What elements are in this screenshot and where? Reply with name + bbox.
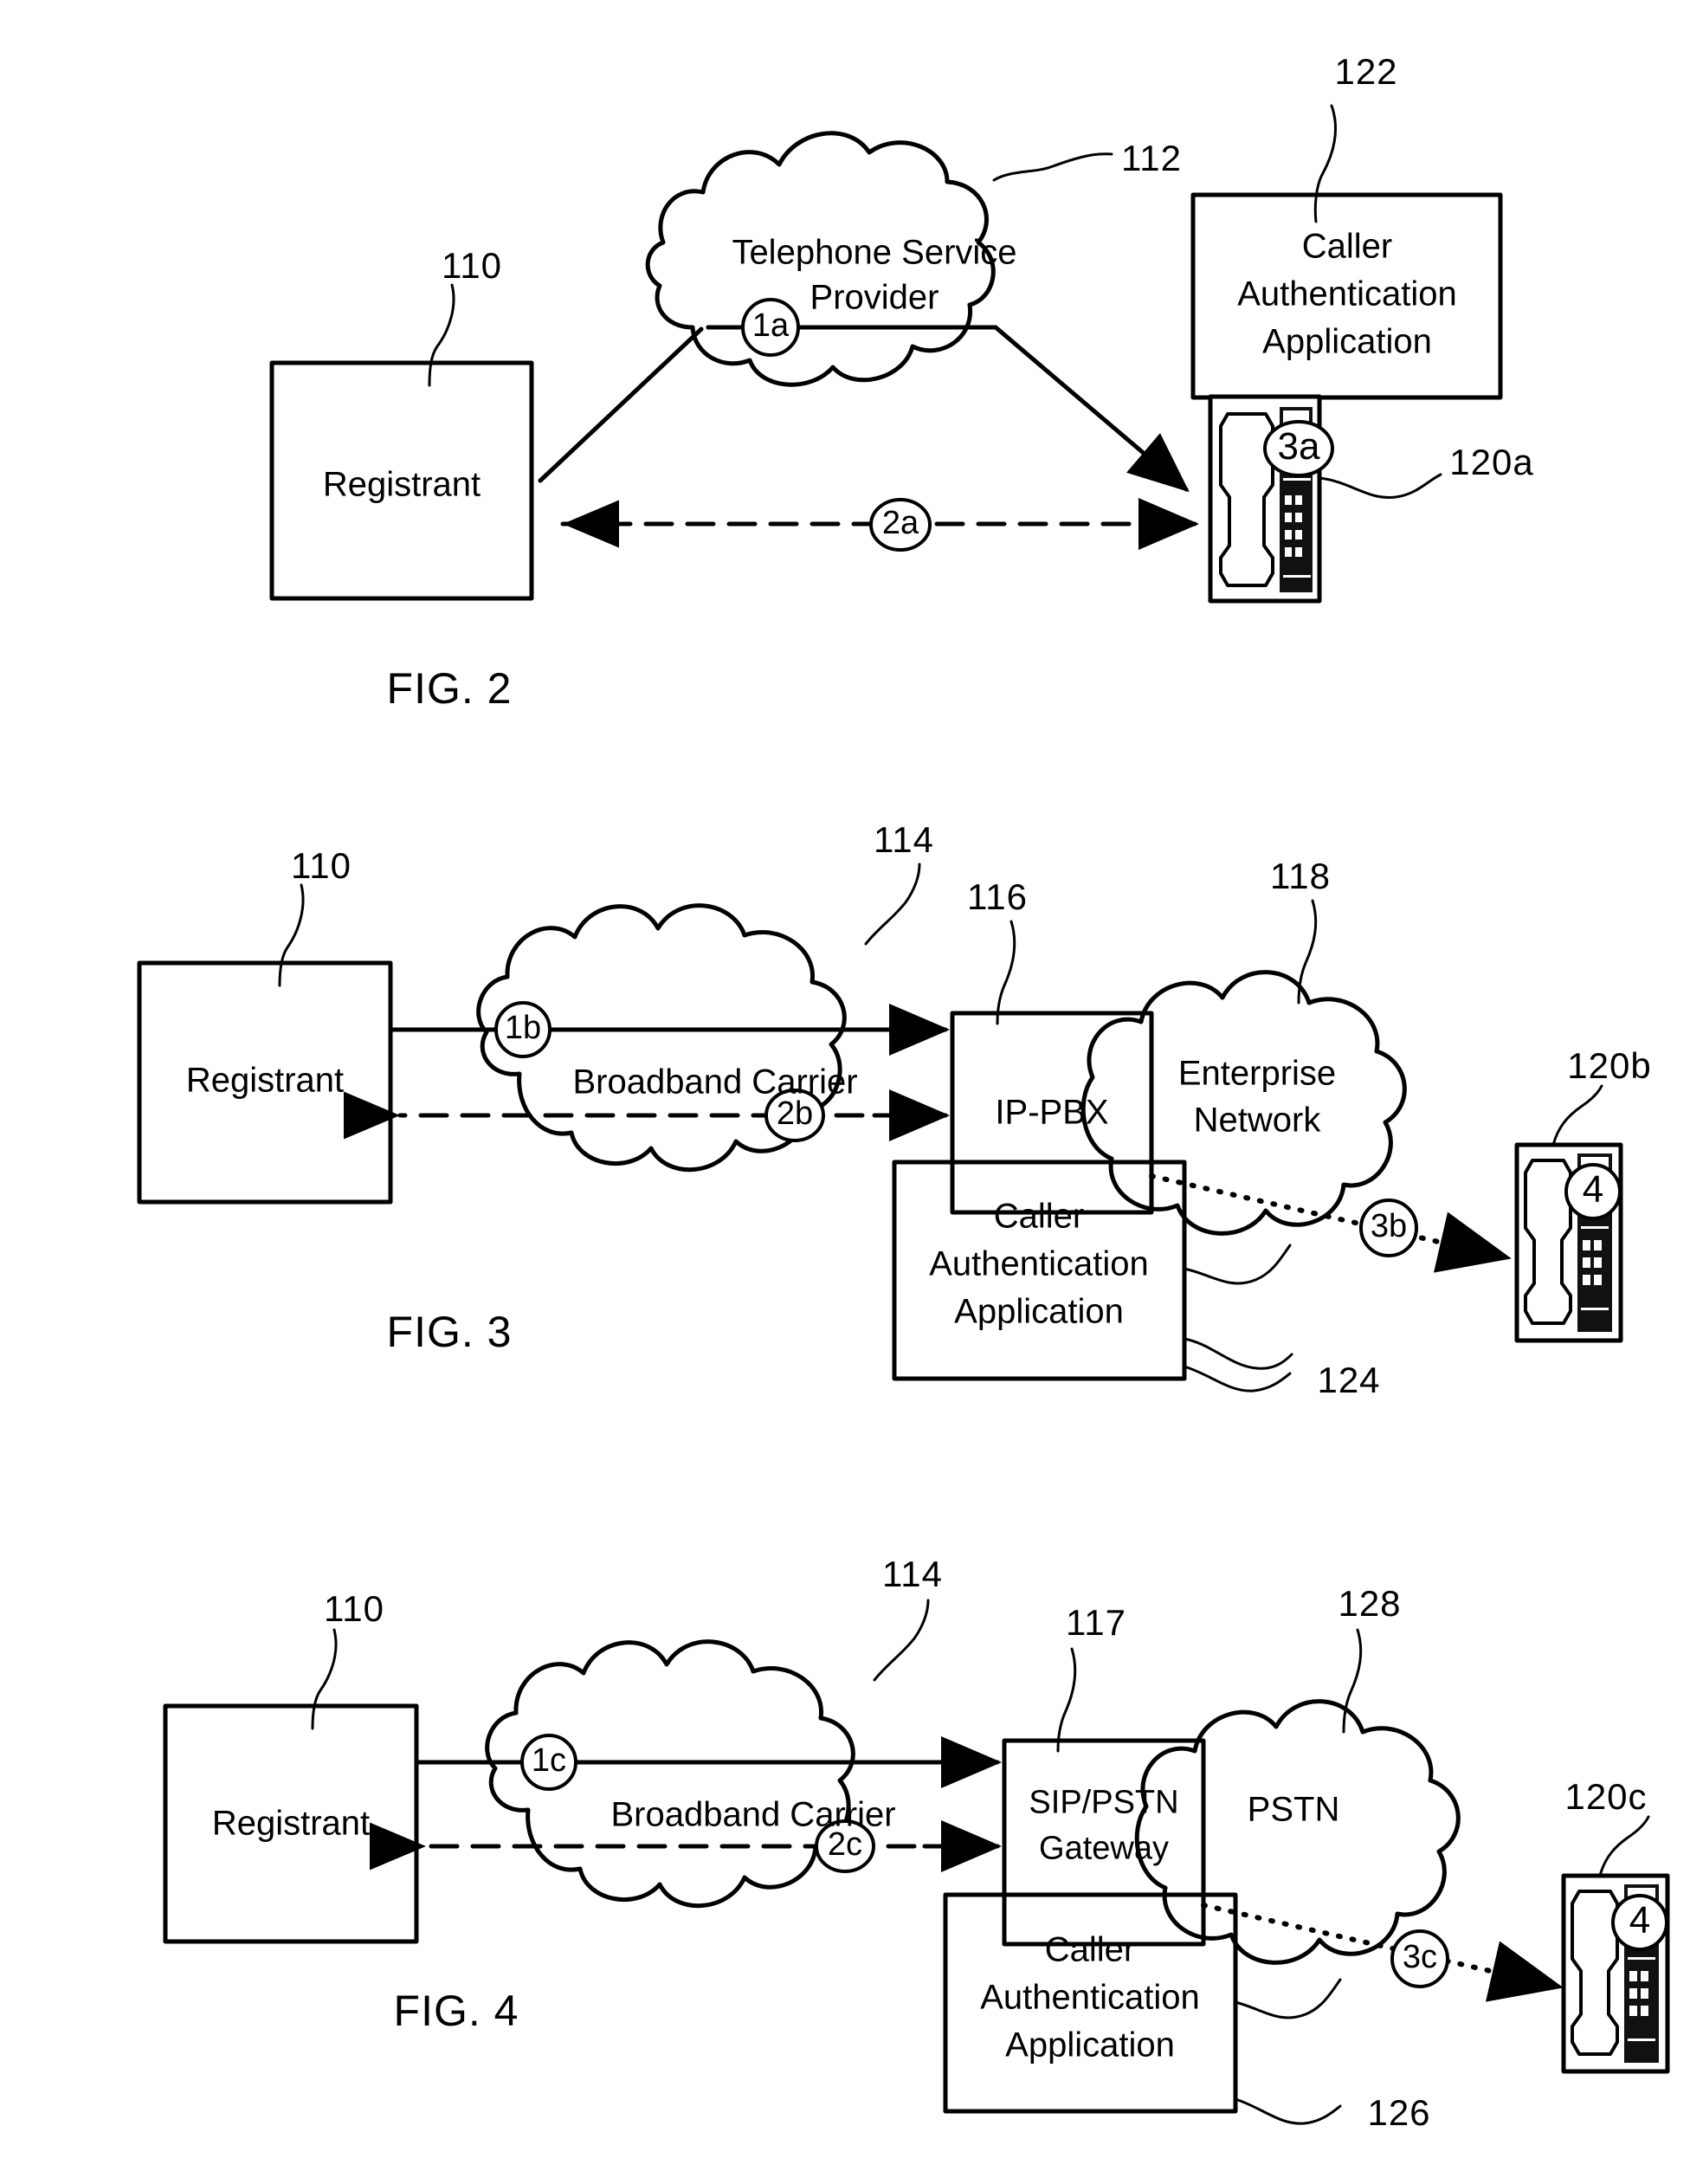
fig4-registrant-label: Registrant [211, 1804, 371, 1843]
fig3-step-3b-label: 3b [1370, 1208, 1408, 1244]
fig2-app-line1: Caller [1301, 227, 1393, 266]
fig3-app-line1: Caller [993, 1197, 1085, 1236]
patent-drawing-page: 110 Registrant Telephone Service Provide… [0, 0, 1690, 2184]
fig4-pstn-ref: 128 [1338, 1583, 1402, 1624]
fig4-carrier-ref: 114 [882, 1554, 943, 1594]
fig3-enterprise-line1: Enterprise [1177, 1054, 1337, 1093]
fig2-registrant-ref: 110 [442, 245, 502, 286]
fig4-pstn-label: PSTN [1247, 1790, 1340, 1829]
fig4-gateway-line2: Gateway [1039, 1830, 1169, 1867]
fig2-cloud-label-line2: Provider [810, 278, 939, 317]
fig4-caption: FIG. 4 [393, 1987, 519, 2035]
fig3-enterprise-ref: 118 [1270, 856, 1331, 896]
fig4-registrant-ref: 110 [324, 1588, 384, 1629]
fig3-step-1b-label: 1b [504, 1010, 542, 1046]
fig3-enterprise-line2: Network [1193, 1101, 1321, 1140]
fig4-step-2c-label: 2c [827, 1826, 863, 1863]
fig3-carrier-ref: 114 [874, 819, 934, 860]
fig4-arrow-3c [1201, 1903, 1564, 2002]
fig4-app-ref: 126 [1367, 2092, 1431, 2133]
fig4-phone-ref: 120c [1564, 1776, 1648, 1817]
fig2-app-line3: Application [1262, 322, 1432, 361]
fig2-app-ref: 122 [1334, 51, 1398, 92]
fig3-phone-ref: 120b [1567, 1045, 1652, 1086]
fig4-gateway-ref: 117 [1066, 1602, 1126, 1643]
fig4-step-1c-label: 1c [531, 1742, 567, 1779]
fig4-app-line2: Authentication [980, 1978, 1200, 2017]
fig4-step-4-label: 4 [1629, 1899, 1651, 1942]
fig2-phone-ref: 120a [1449, 442, 1534, 482]
fig2-registrant-label: Registrant [322, 465, 481, 504]
fig3-app-line3: Application [954, 1292, 1124, 1331]
fig2-caption: FIG. 2 [386, 664, 513, 713]
fig2-app-line2: Authentication [1237, 275, 1457, 313]
fig2-cloud-label-line1: Telephone Service [732, 233, 1017, 272]
fig4-carrier-label: Broadband Carrier [610, 1795, 896, 1834]
fig3-arrow-3b [1149, 1173, 1512, 1273]
fig4-gateway-line1: SIP/PSTN [1029, 1784, 1179, 1821]
fig2-step-2a-label: 2a [881, 505, 919, 541]
fig3-carrier-label: Broadband Carrier [572, 1063, 858, 1102]
fig4-app-line3: Application [1005, 2026, 1175, 2064]
fig2-cloud-ref: 112 [1121, 138, 1182, 178]
fig3-registrant-label: Registrant [185, 1061, 345, 1100]
fig3-caption: FIG. 3 [386, 1308, 513, 1356]
fig4-step-3c-label: 3c [1402, 1939, 1438, 1975]
fig3-app-line2: Authentication [929, 1244, 1149, 1283]
fig4-app-line1: Caller [1044, 1930, 1136, 1969]
fig2-step-3a-label: 3a [1277, 425, 1320, 468]
fig3-registrant-ref: 110 [291, 845, 352, 886]
fig3-step-2b-label: 2b [776, 1095, 814, 1132]
fig3-step-4-label: 4 [1582, 1168, 1604, 1211]
fig3-pbx-ref: 116 [967, 876, 1028, 917]
fig3-app-ref: 124 [1317, 1360, 1381, 1400]
fig2-arrow-to-phone [993, 325, 1190, 493]
fig2-step-1a-label: 1a [751, 307, 790, 344]
